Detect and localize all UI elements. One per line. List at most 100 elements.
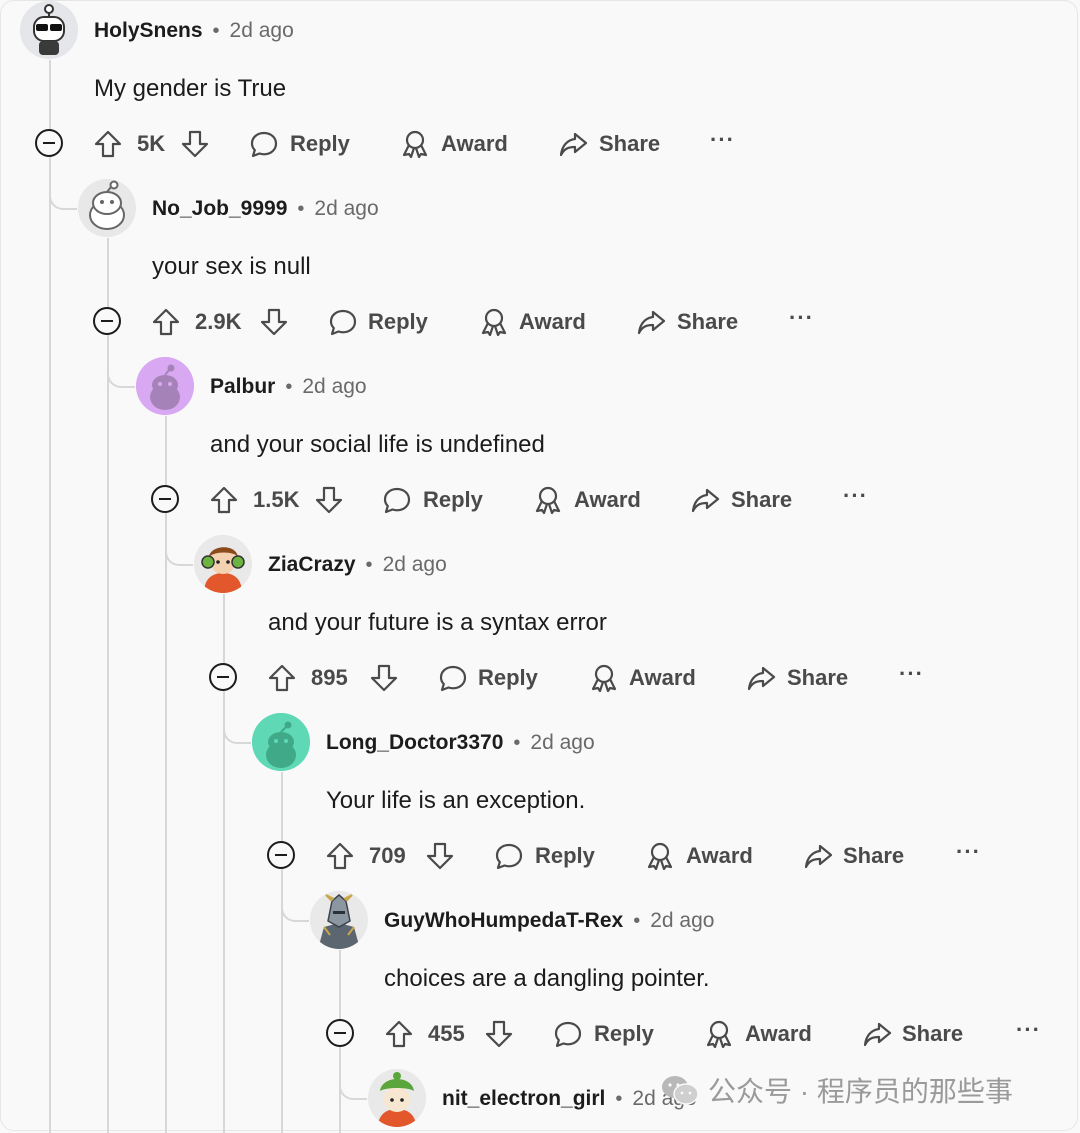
thread-line[interactable] (165, 416, 167, 1133)
share-icon[interactable] (636, 307, 666, 337)
more-options-button[interactable]: ··· (956, 841, 981, 863)
screenshot-frame (0, 0, 1078, 1131)
more-options-button[interactable]: ··· (843, 485, 868, 507)
downvote-icon[interactable] (484, 1019, 514, 1049)
upvote-icon[interactable] (151, 307, 181, 337)
share-icon[interactable] (690, 485, 720, 515)
share-icon[interactable] (803, 841, 833, 871)
share-button[interactable]: Share (843, 842, 904, 870)
reply-button[interactable]: Reply (594, 1020, 654, 1048)
award-button[interactable]: Award (574, 486, 641, 514)
timestamp[interactable]: 2d ago (530, 731, 594, 755)
award-button[interactable]: Award (441, 130, 508, 158)
reply-button[interactable]: Reply (535, 842, 595, 870)
award-button[interactable]: Award (745, 1020, 812, 1048)
thread-line[interactable] (49, 60, 51, 1133)
award-icon[interactable] (704, 1019, 734, 1049)
username[interactable]: nit_electron_girl (442, 1087, 605, 1111)
award-button[interactable]: Award (519, 308, 586, 336)
comment-meta: HolySnens • 2d ago (94, 16, 294, 46)
share-button[interactable]: Share (599, 130, 660, 158)
more-options-button[interactable]: ··· (710, 129, 735, 151)
share-button[interactable]: Share (731, 486, 792, 514)
avatar[interactable] (136, 357, 194, 415)
thread-elbow (223, 716, 251, 744)
comment-meta: ZiaCrazy • 2d ago (268, 550, 447, 580)
thread-line[interactable] (281, 772, 283, 1133)
downvote-icon[interactable] (425, 841, 455, 871)
avatar[interactable] (194, 535, 252, 593)
reply-button[interactable]: Reply (478, 664, 538, 692)
upvote-icon[interactable] (93, 129, 123, 159)
comment-actions: 709 Reply Award Share ··· (267, 841, 1027, 877)
thread-elbow (339, 1072, 367, 1100)
reply-icon[interactable] (382, 485, 412, 515)
collapse-button[interactable] (35, 129, 63, 157)
share-button[interactable]: Share (787, 664, 848, 692)
timestamp[interactable]: 2d ago (302, 375, 366, 399)
reply-button[interactable]: Reply (290, 130, 350, 158)
award-icon[interactable] (479, 307, 509, 337)
reply-icon[interactable] (328, 307, 358, 337)
upvote-icon[interactable] (209, 485, 239, 515)
vote-count: 1.5K (253, 487, 300, 512)
downvote-icon[interactable] (314, 485, 344, 515)
timestamp[interactable]: 2d ago (650, 909, 714, 933)
comment-meta: GuyWhoHumpedaT-Rex • 2d ago (384, 906, 714, 936)
award-icon[interactable] (589, 663, 619, 693)
upvote-icon[interactable] (267, 663, 297, 693)
username[interactable]: Palbur (210, 375, 275, 399)
share-icon[interactable] (558, 129, 588, 159)
downvote-icon[interactable] (369, 663, 399, 693)
timestamp[interactable]: 2d ago (314, 197, 378, 221)
username[interactable]: ZiaCrazy (268, 553, 356, 577)
comment-body: choices are a dangling pointer. (384, 965, 710, 992)
username[interactable]: GuyWhoHumpedaT-Rex (384, 909, 623, 933)
reply-button[interactable]: Reply (368, 308, 428, 336)
share-icon[interactable] (746, 663, 776, 693)
collapse-button[interactable] (93, 307, 121, 335)
comment-meta: No_Job_9999 • 2d ago (152, 194, 379, 224)
collapse-button[interactable] (151, 485, 179, 513)
share-icon[interactable] (862, 1019, 892, 1049)
downvote-icon[interactable] (180, 129, 210, 159)
reply-icon[interactable] (438, 663, 468, 693)
award-button[interactable]: Award (629, 664, 696, 692)
reply-icon[interactable] (249, 129, 279, 159)
award-icon[interactable] (400, 129, 430, 159)
award-icon[interactable] (533, 485, 563, 515)
avatar[interactable] (252, 713, 310, 771)
collapse-button[interactable] (267, 841, 295, 869)
share-button[interactable]: Share (677, 308, 738, 336)
upvote-icon[interactable] (384, 1019, 414, 1049)
avatar[interactable] (20, 1, 78, 59)
timestamp[interactable]: 2d ago (230, 19, 294, 43)
comment-meta: Palbur • 2d ago (210, 372, 367, 402)
more-options-button[interactable]: ··· (1016, 1019, 1041, 1041)
comment-meta: nit_electron_girl • 2d ago (442, 1084, 697, 1114)
reply-icon[interactable] (553, 1019, 583, 1049)
share-button[interactable]: Share (902, 1020, 963, 1048)
more-options-button[interactable]: ··· (789, 307, 814, 329)
comment-actions: 5K Reply Award Share ··· (35, 129, 795, 165)
reply-button[interactable]: Reply (423, 486, 483, 514)
username[interactable]: HolySnens (94, 19, 203, 43)
award-button[interactable]: Award (686, 842, 753, 870)
username[interactable]: Long_Doctor3370 (326, 731, 503, 755)
avatar[interactable] (368, 1069, 426, 1127)
collapse-button[interactable] (209, 663, 237, 691)
username[interactable]: No_Job_9999 (152, 197, 287, 221)
more-options-button[interactable]: ··· (899, 663, 924, 685)
collapse-button[interactable] (326, 1019, 354, 1047)
avatar[interactable] (78, 179, 136, 237)
timestamp[interactable]: 2d ago (383, 553, 447, 577)
avatar[interactable] (310, 891, 368, 949)
comment-body: Your life is an exception. (326, 787, 586, 814)
separator-dot: • (513, 731, 521, 754)
downvote-icon[interactable] (259, 307, 289, 337)
reply-icon[interactable] (494, 841, 524, 871)
vote-count: 709 (369, 843, 406, 868)
upvote-icon[interactable] (325, 841, 355, 871)
comment-actions: 2.9K Reply Award Share ··· (93, 307, 853, 343)
award-icon[interactable] (645, 841, 675, 871)
